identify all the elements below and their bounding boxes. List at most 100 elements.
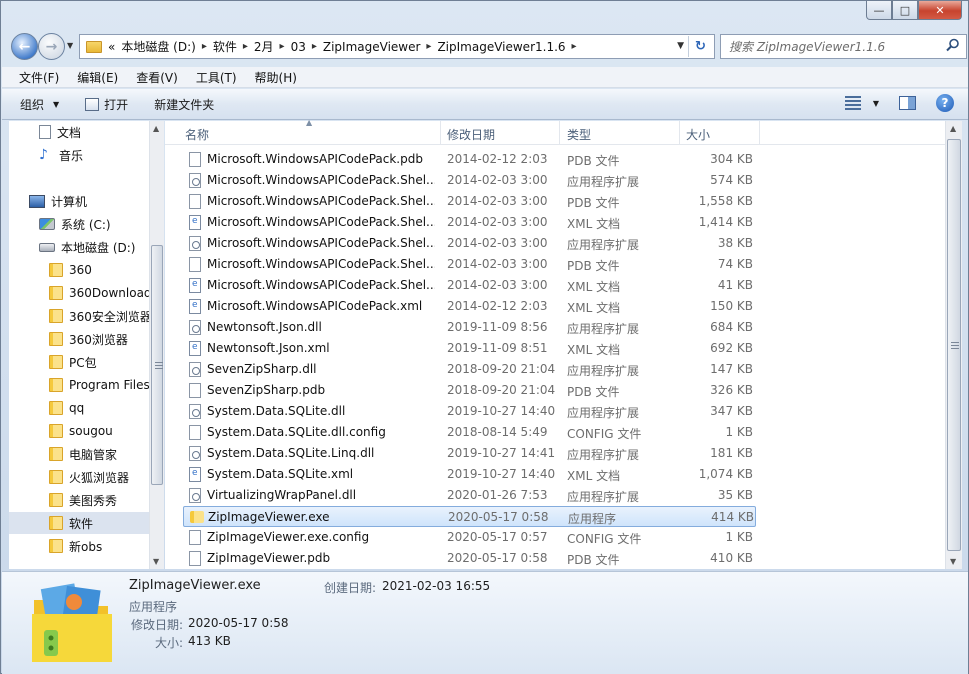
file-row[interactable]: System.Data.SQLite.Linq.dll 2019-10-27 1…	[183, 443, 756, 464]
sidebar-item-folder[interactable]: 电脑管家	[49, 443, 163, 465]
preview-pane-icon[interactable]	[899, 96, 916, 110]
file-row[interactable]: Microsoft.WindowsAPICodePack.pdb 2014-02…	[183, 149, 756, 170]
sidebar-item-folder[interactable]: 360Download	[49, 282, 163, 304]
file-date: 2018-09-20 21:04	[447, 362, 556, 376]
file-row[interactable]: ZipImageViewer.exe.config 2020-05-17 0:5…	[183, 527, 756, 548]
file-row[interactable]: System.Data.SQLite.dll.config 2018-08-14…	[183, 422, 756, 443]
maximize-button[interactable]: □	[892, 1, 918, 20]
details-size-value: 413 KB	[188, 634, 231, 648]
breadcrumb-item[interactable]: 03	[291, 40, 306, 54]
menu-edit[interactable]: 编辑(E)	[68, 69, 127, 86]
breadcrumb-separator-icon[interactable]: ▸	[202, 41, 207, 52]
sidebar-item-label: PC包	[69, 355, 97, 370]
file-date: 2018-09-20 21:04	[447, 383, 556, 397]
breadcrumb-separator-icon[interactable]: ▸	[572, 41, 577, 52]
search-icon[interactable]	[946, 38, 960, 52]
folder-icon	[49, 286, 63, 300]
breadcrumb-item[interactable]: 软件	[213, 38, 237, 55]
folder-icon	[49, 309, 63, 323]
recent-pages-dropdown-icon[interactable]: ▼	[67, 41, 73, 50]
file-row[interactable]: Microsoft.WindowsAPICodePack.Shel... 201…	[183, 170, 756, 191]
file-row[interactable]: System.Data.SQLite.dll 2019-10-27 14:40 …	[183, 401, 756, 422]
file-row[interactable]: Microsoft.WindowsAPICodePack.xml 2014-02…	[183, 296, 756, 317]
file-row[interactable]: Microsoft.WindowsAPICodePack.Shel... 201…	[183, 254, 756, 275]
details-created-value: 2021-02-03 16:55	[382, 579, 491, 593]
scroll-down-icon[interactable]: ▼	[153, 557, 159, 566]
scroll-up-icon[interactable]: ▲	[950, 124, 956, 133]
breadcrumb-separator-icon[interactable]: ▸	[243, 41, 248, 52]
column-header-date[interactable]: 修改日期	[447, 126, 495, 143]
sidebar-item-folder-selected[interactable]: 软件	[9, 512, 149, 534]
sidebar-item-folder[interactable]: 美图秀秀	[49, 489, 163, 511]
sidebar-item-label: 360	[69, 263, 92, 277]
sidebar-item-folder[interactable]: qq	[49, 397, 163, 419]
details-size-label: 大小:	[155, 636, 184, 650]
file-row[interactable]: Microsoft.WindowsAPICodePack.Shel... 201…	[183, 275, 756, 296]
file-row[interactable]: Microsoft.WindowsAPICodePack.Shel... 201…	[183, 191, 756, 212]
menu-tools[interactable]: 工具(T)	[187, 69, 246, 86]
sidebar-item-folder[interactable]: PC包	[49, 351, 163, 373]
new-folder-button[interactable]: 新建文件夹	[154, 96, 214, 113]
column-header-name[interactable]: 名称	[185, 126, 209, 143]
sidebar-item-computer[interactable]: 计算机	[29, 190, 163, 212]
navigation-pane-scrollbar[interactable]: ▲ ▼	[149, 121, 164, 569]
sidebar-item-music[interactable]: ♪ 音乐	[39, 144, 163, 166]
breadcrumb-separator-icon[interactable]: ▸	[312, 41, 317, 52]
file-row[interactable]: Microsoft.WindowsAPICodePack.Shel... 201…	[183, 212, 756, 233]
breadcrumb-separator-icon[interactable]: ▸	[280, 41, 285, 52]
address-overflow-chevron[interactable]: «	[108, 40, 115, 54]
breadcrumb-item[interactable]: 本地磁盘 (D:)	[121, 38, 195, 55]
file-type: CONFIG 文件	[567, 532, 642, 546]
sidebar-item-documents[interactable]: 文档	[39, 121, 163, 143]
scroll-down-icon[interactable]: ▼	[950, 557, 956, 566]
breadcrumb-item[interactable]: ZipImageViewer1.1.6	[437, 40, 565, 54]
menu-help[interactable]: 帮助(H)	[246, 69, 306, 86]
organize-button[interactable]: 组织 ▼	[20, 96, 59, 113]
file-name: Microsoft.WindowsAPICodePack.Shel...	[207, 215, 435, 229]
file-row[interactable]: Microsoft.WindowsAPICodePack.Shel... 201…	[183, 233, 756, 254]
back-button[interactable]: ←	[11, 33, 38, 60]
breadcrumb-separator-icon[interactable]: ▸	[426, 41, 431, 52]
search-input[interactable]: 搜索 ZipImageViewer1.1.6	[720, 34, 967, 59]
breadcrumb-item[interactable]: 2月	[254, 38, 274, 55]
scroll-thumb[interactable]	[151, 245, 163, 485]
address-bar[interactable]: « 本地磁盘 (D:) ▸ 软件 ▸ 2月 ▸ 03 ▸ ZipImageVie…	[79, 34, 715, 59]
file-row[interactable]: VirtualizingWrapPanel.dll 2020-01-26 7:5…	[183, 485, 756, 506]
open-button[interactable]: 打开	[85, 96, 128, 113]
file-row[interactable]: ZipImageViewer.pdb 2020-05-17 0:58 PDB 文…	[183, 548, 756, 569]
file-list-scrollbar[interactable]: ▲ ▼	[945, 121, 962, 569]
file-name: ZipImageViewer.pdb	[207, 551, 331, 565]
column-header-size[interactable]: 大小	[686, 126, 710, 143]
breadcrumb-item[interactable]: ZipImageViewer	[323, 40, 421, 54]
file-row[interactable]: SevenZipSharp.dll 2018-09-20 21:04 应用程序扩…	[183, 359, 756, 380]
address-history-dropdown-icon[interactable]: ▼	[677, 41, 684, 51]
file-type: PDB 文件	[567, 553, 620, 567]
close-button[interactable]: ✕	[918, 1, 962, 20]
sidebar-item-folder[interactable]: 360浏览器	[49, 328, 163, 350]
help-icon[interactable]: ?	[936, 94, 954, 112]
sidebar-item-system-c[interactable]: 系统 (C:)	[39, 213, 163, 235]
file-row[interactable]: Newtonsoft.Json.dll 2019-11-09 8:56 应用程序…	[183, 317, 756, 338]
file-row[interactable]: SevenZipSharp.pdb 2018-09-20 21:04 PDB 文…	[183, 380, 756, 401]
sidebar-item-folder[interactable]: 360	[49, 259, 163, 281]
file-row-selected[interactable]: ZipImageViewer.exe 2020-05-17 0:58 应用程序 …	[183, 506, 756, 527]
menu-file[interactable]: 文件(F)	[10, 69, 68, 86]
sidebar-item-folder[interactable]: 火狐浏览器	[49, 466, 163, 488]
sidebar-item-folder[interactable]: sougou	[49, 420, 163, 442]
scroll-up-icon[interactable]: ▲	[153, 124, 159, 133]
scroll-thumb[interactable]	[947, 139, 961, 551]
sidebar-item-local-disk-d[interactable]: 本地磁盘 (D:)	[39, 236, 163, 258]
sidebar-item-folder[interactable]: Program Files	[49, 374, 163, 396]
menu-view[interactable]: 查看(V)	[127, 69, 187, 86]
file-row[interactable]: Newtonsoft.Json.xml 2019-11-09 8:51 XML …	[183, 338, 756, 359]
file-row[interactable]: System.Data.SQLite.xml 2019-10-27 14:40 …	[183, 464, 756, 485]
column-header-type[interactable]: 类型	[567, 126, 591, 143]
refresh-button[interactable]: ↻	[688, 36, 712, 57]
minimize-button[interactable]: —	[866, 1, 892, 20]
file-name: System.Data.SQLite.Linq.dll	[207, 446, 375, 460]
forward-button[interactable]: →	[38, 33, 65, 60]
sidebar-item-folder[interactable]: 360安全浏览器	[49, 305, 163, 327]
change-view-button[interactable]: ▼	[844, 96, 879, 110]
sidebar-item-folder[interactable]: 新obs	[49, 535, 163, 557]
command-bar-right: ▼ ?	[844, 94, 954, 112]
